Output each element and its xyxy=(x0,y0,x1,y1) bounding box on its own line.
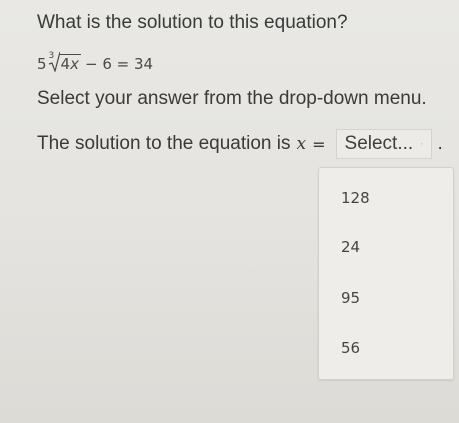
radical-sign-icon xyxy=(48,51,60,72)
cube-root-expression: 3 4x xyxy=(48,51,81,73)
chevron-down-icon xyxy=(421,143,423,145)
answer-prefix: The solution to the equation is xyxy=(37,133,291,154)
question-page: What is the solution to this equation? 5… xyxy=(0,0,459,423)
answer-select-dropdown[interactable]: Select... xyxy=(335,129,432,159)
instruction-text: Select your answer from the drop-down me… xyxy=(37,88,427,109)
equation-rest: − 6 = 34 xyxy=(84,55,154,73)
dropdown-option-24[interactable]: 24 xyxy=(341,236,431,258)
radicand-variable: x xyxy=(70,55,79,73)
select-placeholder: Select... xyxy=(344,133,414,154)
dropdown-option-56[interactable]: 56 xyxy=(341,337,431,359)
radicand-number: 4 xyxy=(60,55,71,73)
answer-equals: = xyxy=(312,134,326,154)
answer-variable: x xyxy=(296,134,307,154)
radicand: 4x xyxy=(58,54,81,73)
dropdown-menu: 128 24 95 56 xyxy=(318,167,454,380)
dropdown-option-128[interactable]: 128 xyxy=(341,187,431,209)
answer-line: The solution to the equation is x = Sele… xyxy=(37,129,443,159)
equation: 5 3 4x − 6 = 34 xyxy=(37,47,154,74)
answer-period: . xyxy=(437,133,443,154)
question-prompt: What is the solution to this equation? xyxy=(37,12,348,33)
equation-coefficient: 5 xyxy=(37,55,47,73)
dropdown-option-95[interactable]: 95 xyxy=(341,287,431,309)
